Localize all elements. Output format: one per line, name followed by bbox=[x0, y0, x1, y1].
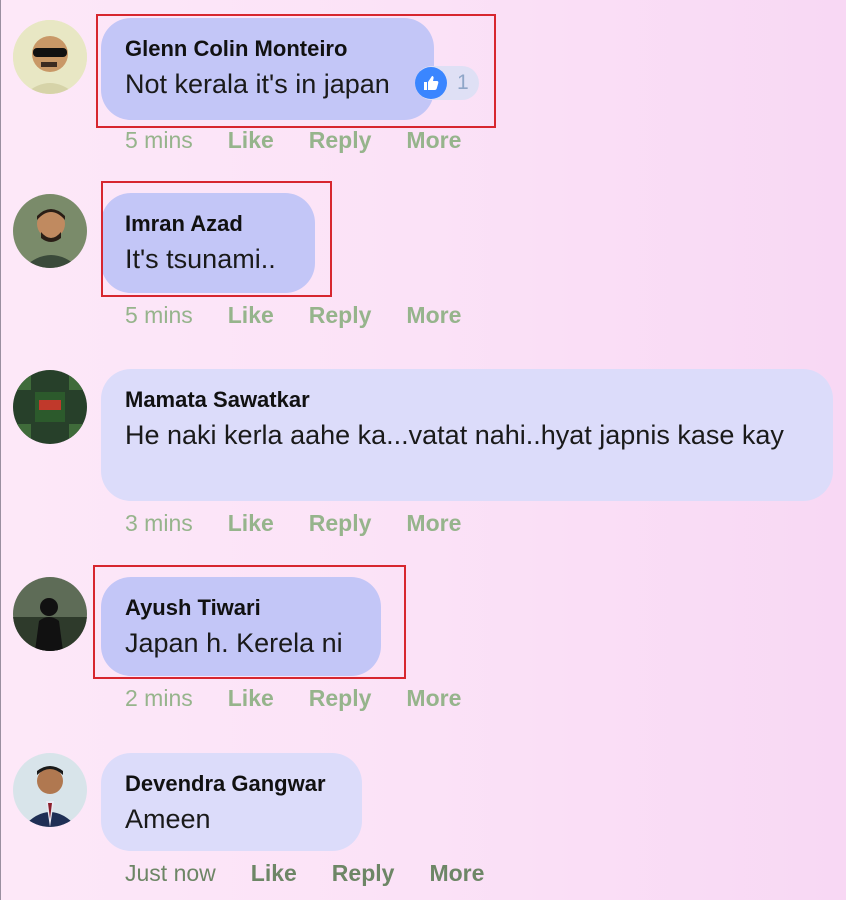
avatar[interactable] bbox=[13, 753, 87, 827]
highlight-box bbox=[101, 181, 332, 297]
comment-bubble: Mamata Sawatkar He naki kerla aahe ka...… bbox=[101, 369, 833, 501]
more-button[interactable]: More bbox=[406, 685, 461, 712]
avatar[interactable] bbox=[13, 20, 87, 94]
comment-text: Ameen bbox=[125, 804, 211, 834]
comment-bubble: Devendra Gangwar Ameen bbox=[101, 753, 362, 851]
timestamp: 5 mins bbox=[125, 127, 193, 153]
like-button[interactable]: Like bbox=[228, 510, 274, 537]
like-button[interactable]: Like bbox=[228, 302, 274, 329]
timestamp: 2 mins bbox=[125, 685, 193, 711]
reply-button[interactable]: Reply bbox=[332, 860, 395, 887]
comment-author[interactable]: Devendra Gangwar bbox=[125, 771, 338, 797]
reply-button[interactable]: Reply bbox=[309, 685, 372, 712]
comment-actions: 3 mins Like Reply More bbox=[125, 510, 496, 537]
reply-button[interactable]: Reply bbox=[309, 127, 372, 154]
timestamp: 5 mins bbox=[125, 302, 193, 328]
more-button[interactable]: More bbox=[429, 860, 484, 887]
comment-actions: 5 mins Like Reply More bbox=[125, 302, 496, 329]
avatar[interactable] bbox=[13, 194, 87, 268]
comment-actions: Just now Like Reply More bbox=[125, 860, 519, 887]
avatar[interactable] bbox=[13, 370, 87, 444]
reply-button[interactable]: Reply bbox=[309, 302, 372, 329]
reply-button[interactable]: Reply bbox=[309, 510, 372, 537]
timestamp: 3 mins bbox=[125, 510, 193, 536]
like-button[interactable]: Like bbox=[251, 860, 297, 887]
like-button[interactable]: Like bbox=[228, 127, 274, 154]
comment-text: He naki kerla aahe ka...vatat nahi..hyat… bbox=[125, 420, 784, 450]
avatar[interactable] bbox=[13, 577, 87, 651]
comment-actions: 5 mins Like Reply More bbox=[125, 127, 496, 154]
more-button[interactable]: More bbox=[406, 302, 461, 329]
more-button[interactable]: More bbox=[406, 127, 461, 154]
timestamp: Just now bbox=[125, 860, 216, 886]
more-button[interactable]: More bbox=[406, 510, 461, 537]
like-button[interactable]: Like bbox=[228, 685, 274, 712]
comment-actions: 2 mins Like Reply More bbox=[125, 685, 496, 712]
highlight-box bbox=[96, 14, 496, 128]
highlight-box bbox=[93, 565, 406, 679]
comment-author[interactable]: Mamata Sawatkar bbox=[125, 387, 809, 413]
